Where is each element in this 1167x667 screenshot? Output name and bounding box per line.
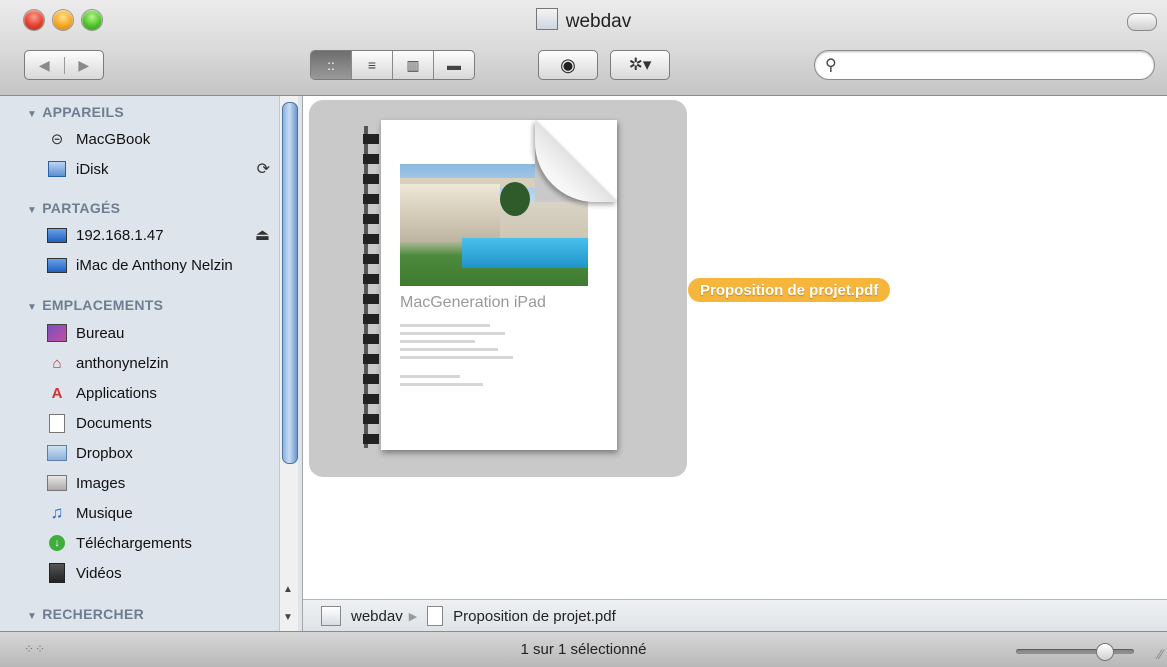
section-title: APPAREILS bbox=[42, 104, 124, 120]
section-title: PARTAGÉS bbox=[42, 200, 121, 216]
imac-icon bbox=[46, 255, 68, 275]
documents-icon bbox=[46, 413, 68, 433]
sidebar-section-search[interactable]: ▼ RECHERCHER bbox=[27, 606, 144, 622]
search-icon: ⚲ bbox=[825, 57, 837, 74]
window-title: webdav bbox=[565, 11, 632, 32]
back-icon[interactable]: ◀ bbox=[25, 57, 64, 74]
sidebar-scroll-thumb[interactable] bbox=[282, 102, 298, 464]
sidebar-section-devices[interactable]: ▼ APPAREILS bbox=[27, 104, 124, 120]
path-segment-file[interactable]: Proposition de projet.pdf bbox=[453, 608, 616, 625]
scroll-up-icon[interactable]: ▲ bbox=[281, 584, 295, 595]
sidebar-item-applications[interactable]: A Applications bbox=[46, 380, 276, 406]
gear-icon: ✲▾ bbox=[628, 55, 652, 74]
quicklook-button[interactable]: ◉ bbox=[538, 50, 598, 80]
laptop-icon: ⊝ bbox=[50, 131, 64, 148]
search-field[interactable]: ⚲ bbox=[814, 50, 1155, 80]
preview-heading: MacGeneration iPad bbox=[400, 294, 546, 311]
coverflow-view-button[interactable]: ▬ bbox=[433, 51, 474, 79]
sync-icon[interactable]: ⟳ bbox=[257, 159, 270, 179]
downloads-icon: ↓ bbox=[46, 533, 68, 553]
sidebar-item-label: Dropbox bbox=[76, 444, 133, 462]
icon-size-slider[interactable] bbox=[1016, 649, 1134, 654]
sidebar-item-label: Applications bbox=[76, 384, 157, 402]
sidebar-item-label: Images bbox=[76, 474, 126, 492]
action-menu-button[interactable]: ✲▾ bbox=[610, 50, 670, 80]
search-input[interactable] bbox=[847, 55, 1141, 77]
sidebar-section-places[interactable]: ▼ EMPLACEMENTS bbox=[27, 297, 163, 313]
sidebar-item-label: iMac de Anthony Nelzin bbox=[76, 256, 233, 274]
applications-icon: A bbox=[51, 384, 63, 402]
spiral-rings bbox=[363, 134, 379, 444]
sidebar-item-label: Vidéos bbox=[76, 564, 122, 582]
column-view-button[interactable]: ▥ bbox=[392, 51, 433, 79]
sidebar: ▼ APPAREILS ⊝ MacGBook iDisk ⟳ ▼ PARTAGÉS 1… bbox=[0, 96, 303, 631]
sidebar-item-label: anthonynelzin bbox=[76, 354, 169, 372]
path-bar: webdav ▶ Proposition de projet.pdf bbox=[303, 599, 1167, 632]
section-title: EMPLACEMENTS bbox=[42, 297, 164, 313]
folder-proxy-icon[interactable] bbox=[535, 8, 558, 30]
sidebar-item-downloads[interactable]: ↓ Téléchargements bbox=[46, 530, 276, 556]
list-view-button[interactable]: ≡ bbox=[351, 51, 392, 79]
path-segment-folder[interactable]: webdav bbox=[351, 608, 403, 625]
eye-icon: ◉ bbox=[560, 54, 576, 75]
eject-icon[interactable]: ⏏ bbox=[255, 225, 270, 245]
back-forward-buttons: ◀ ▶ bbox=[24, 50, 104, 80]
preview-text-lines bbox=[400, 324, 550, 391]
status-bar: ⁘⁘ 1 sur 1 sélectionné ⁄⁄ bbox=[0, 631, 1167, 667]
sidebar-item-bureau[interactable]: Bureau bbox=[46, 320, 276, 346]
sidebar-item-label: iDisk bbox=[76, 160, 109, 178]
selected-file-label[interactable]: Proposition de projet.pdf bbox=[688, 278, 891, 302]
sidebar-item-videos[interactable]: Vidéos bbox=[46, 560, 276, 586]
icon-size-slider-knob[interactable] bbox=[1095, 643, 1114, 661]
sidebar-item-label: Documents bbox=[76, 414, 152, 432]
sidebar-item-server[interactable]: 192.168.1.47 ⏏ bbox=[46, 222, 276, 248]
sidebar-item-label: 192.168.1.47 bbox=[76, 226, 164, 244]
view-mode-buttons: :: ≡ ▥ ▬ bbox=[310, 50, 475, 80]
sidebar-item-idisk[interactable]: iDisk ⟳ bbox=[46, 156, 276, 182]
pdf-document-icon bbox=[427, 606, 444, 626]
sidebar-item-label: Bureau bbox=[76, 324, 125, 342]
finder-window: webdav ◀ ▶ :: ≡ ▥ ▬ ◉ ✲▾ ⚲ ▼ APPAREILS ⊝ M… bbox=[0, 0, 1167, 667]
forward-icon[interactable]: ▶ bbox=[63, 56, 104, 74]
scroll-down-icon[interactable]: ▼ bbox=[281, 612, 295, 623]
sidebar-item-musique[interactable]: ♫ Musique bbox=[46, 500, 276, 526]
sidebar-item-images[interactable]: Images bbox=[46, 470, 276, 496]
home-icon: ⌂ bbox=[52, 354, 62, 372]
server-icon bbox=[46, 225, 68, 245]
sidebar-item-dropbox[interactable]: Dropbox bbox=[46, 440, 276, 466]
icon-view-button[interactable]: :: bbox=[311, 51, 351, 79]
sidebar-item-documents[interactable]: Documents bbox=[46, 410, 276, 436]
section-title: RECHERCHER bbox=[42, 606, 144, 622]
idisk-icon bbox=[46, 159, 68, 179]
sidebar-item-label: Musique bbox=[76, 504, 133, 522]
images-icon bbox=[46, 473, 68, 493]
sidebar-item-label: MacGBook bbox=[76, 130, 151, 148]
sidebar-item-home[interactable]: ⌂ anthonynelzin bbox=[46, 350, 276, 376]
desktop-icon bbox=[46, 323, 68, 343]
sidebar-item-imac[interactable]: iMac de Anthony Nelzin bbox=[46, 252, 276, 278]
folder-icon bbox=[321, 606, 341, 626]
dropbox-folder-icon bbox=[46, 443, 68, 463]
sidebar-item-label: Téléchargements bbox=[76, 534, 192, 552]
selection-status: 1 sur 1 sélectionné bbox=[520, 641, 647, 658]
window-resize-grip-icon[interactable]: ⁄⁄ bbox=[1158, 646, 1163, 662]
sidebar-item-macgbook[interactable]: ⊝ MacGBook bbox=[46, 126, 276, 152]
toolbar-toggle-button[interactable] bbox=[1127, 13, 1157, 31]
sidebar-section-shared[interactable]: ▼ PARTAGÉS bbox=[27, 200, 120, 216]
videos-icon bbox=[46, 563, 68, 583]
titlebar: webdav ◀ ▶ :: ≡ ▥ ▬ ◉ ✲▾ ⚲ bbox=[0, 0, 1167, 96]
path-separator-icon: ▶ bbox=[408, 610, 418, 623]
music-icon: ♫ bbox=[50, 503, 64, 522]
window-title-area: webdav bbox=[0, 8, 1167, 33]
file-browser-area[interactable]: MacGeneration iPad Proposition de projet… bbox=[303, 96, 1167, 599]
